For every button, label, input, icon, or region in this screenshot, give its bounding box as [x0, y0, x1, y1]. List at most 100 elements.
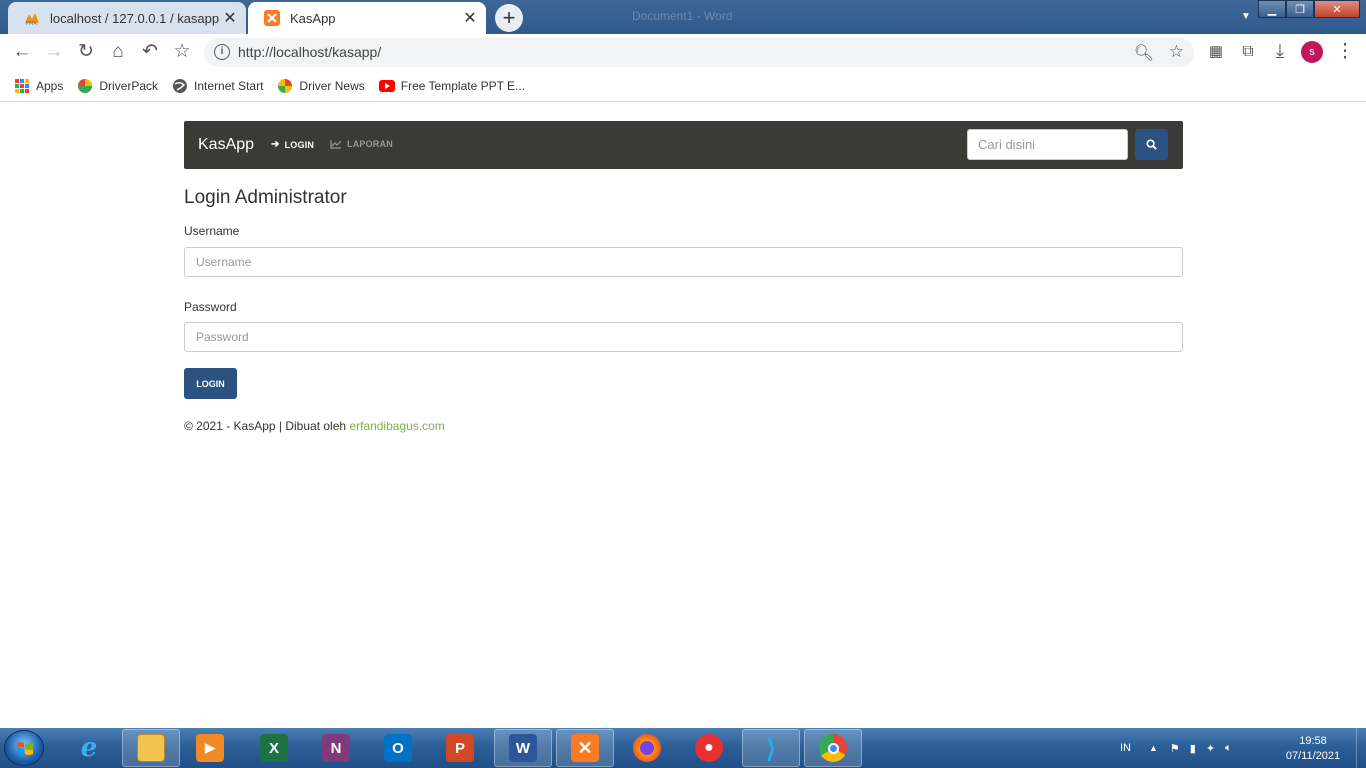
close-window-button[interactable]: ✕ [1314, 0, 1360, 18]
excel-icon: X [260, 734, 288, 762]
tab-phpmyadmin[interactable]: PMA localhost / 127.0.0.1 / kasapp / lo … [8, 2, 246, 34]
sign-in-icon: ➔ [271, 139, 280, 150]
start-button[interactable] [4, 730, 44, 766]
taskbar-clock[interactable]: 19:58 07/11/2021 [1280, 734, 1346, 764]
driverpack-icon [78, 78, 93, 93]
youtube-icon [378, 79, 395, 92]
bookmark-apps[interactable]: Apps [14, 78, 63, 94]
search-button[interactable] [1135, 129, 1168, 160]
taskbar-word[interactable]: W [494, 729, 552, 767]
taskbar-vscode[interactable]: ⟩ [742, 729, 800, 767]
forward-icon[interactable]: → [43, 41, 65, 63]
footer-text: © 2021 - KasApp | Dibuat oleh [184, 419, 347, 433]
tray-expand-icon[interactable]: ▲ [1149, 743, 1158, 753]
nav-laporan[interactable]: LAPORAN [330, 139, 393, 149]
taskbar-firefox[interactable] [618, 729, 676, 767]
clock-date: 07/11/2021 [1285, 750, 1341, 762]
action-center-icon[interactable]: ⚑ [1170, 742, 1180, 755]
bookmark-star-icon[interactable]: ☆ [171, 41, 193, 63]
password-input[interactable] [184, 322, 1183, 352]
back-icon[interactable]: ← [11, 41, 33, 63]
footer-link[interactable]: erfandibagus.com [349, 419, 444, 433]
taskbar-onenote[interactable]: N [307, 729, 365, 767]
taskbar-internet-explorer[interactable]: e [60, 729, 118, 767]
bookmark-label: Free Template PPT E... [400, 78, 526, 93]
bookmark-label: Apps [36, 78, 64, 93]
url-text[interactable]: http://localhost/kasapp/ [238, 44, 381, 60]
app-navbar: KasApp ➔ LOGIN LAPORAN [184, 121, 1183, 169]
nav-label: LOGIN [284, 139, 315, 150]
nav-label: LAPORAN [347, 139, 393, 149]
taskbar-media-player[interactable]: ▶ [181, 729, 239, 767]
internet-explorer-icon: e [80, 733, 98, 763]
browser-tab-strip: PMA localhost / 127.0.0.1 / kasapp / lo … [0, 0, 1366, 34]
username-input[interactable] [184, 247, 1183, 277]
taskbar-xampp[interactable]: ✕ [556, 729, 614, 767]
tab-title: KasApp [290, 10, 336, 26]
close-tab-icon[interactable]: ✕ [222, 8, 238, 28]
taskbar-outlook[interactable]: O [369, 729, 427, 767]
bookmark-free-template[interactable]: Free Template PPT E... [378, 78, 526, 94]
show-desktop-button[interactable] [1356, 728, 1366, 768]
login-button[interactable]: LOGIN [184, 368, 237, 399]
background-window-title: Document1 - Word [632, 9, 733, 23]
taskbar-game-center[interactable]: ● [680, 729, 738, 767]
zoom-icon[interactable]: 🔍︎ [1134, 43, 1154, 63]
home-icon[interactable]: ⌂ [107, 41, 129, 63]
vscode-icon: ⟩ [765, 732, 777, 763]
windows-taskbar: e ▶ X N O P W ✕ ● ⟩ IN ▲ ⚑ ▮ ✦ 🔈︎ 19:58 … [0, 728, 1366, 768]
star-icon[interactable]: ☆ [1169, 42, 1184, 62]
language-indicator[interactable]: IN [1120, 742, 1131, 754]
tab-kasapp[interactable]: KasApp ✕ [248, 2, 486, 34]
bookmark-driver-news[interactable]: Driver News [277, 78, 365, 94]
windows-logo-icon [17, 742, 33, 755]
onenote-icon: N [322, 734, 350, 762]
media-player-icon: ▶ [196, 734, 224, 762]
network-icon[interactable]: ✦ [1206, 742, 1215, 755]
search-icon [1146, 139, 1157, 150]
reload-icon[interactable]: ↻ [75, 41, 97, 63]
minimize-button[interactable]: ▁ [1258, 0, 1286, 18]
bookmark-driverpack[interactable]: DriverPack [77, 78, 158, 94]
firefox-icon [633, 734, 661, 762]
xampp-icon [264, 10, 280, 26]
taskbar-chrome[interactable] [804, 729, 862, 767]
xampp-icon: ✕ [571, 734, 599, 762]
game-center-icon: ● [695, 734, 723, 762]
bookmarks-bar: Apps DriverPack Internet Start Driver Ne… [0, 70, 1366, 102]
password-label: Password [184, 300, 237, 314]
outlook-icon: O [384, 734, 412, 762]
undo-icon[interactable]: ↶ [139, 41, 161, 63]
word-icon: W [509, 734, 537, 762]
taskbar-excel[interactable]: X [245, 729, 303, 767]
bookmark-label: Driver News [299, 78, 365, 93]
bookmark-internet-start[interactable]: Internet Start [172, 78, 263, 94]
brand-link[interactable]: KasApp [198, 136, 254, 154]
address-bar[interactable]: i http://localhost/kasapp/ 🔍︎ ☆ [204, 38, 1194, 67]
info-icon[interactable]: i [214, 44, 230, 60]
taskbar-file-explorer[interactable] [122, 729, 180, 767]
search-input[interactable] [967, 129, 1128, 160]
line-chart-icon [330, 140, 342, 149]
extensions-icon[interactable]: ▦ [1205, 41, 1227, 63]
powerpoint-icon: P [446, 734, 474, 762]
close-tab-icon[interactable]: ✕ [462, 8, 478, 28]
restore-button[interactable]: ❐ [1286, 0, 1314, 18]
globe-icon [173, 78, 188, 93]
chevron-down-icon[interactable]: ▼ [1241, 11, 1251, 22]
avatar[interactable]: s [1301, 41, 1323, 63]
nav-login[interactable]: ➔ LOGIN [271, 139, 314, 150]
system-tray: IN ▲ ⚑ ▮ ✦ 🔈︎ [1120, 728, 1232, 768]
menu-icon[interactable]: ⋮ [1334, 41, 1356, 63]
window-controls: ▁ ❐ ✕ [1258, 0, 1360, 18]
phpmyadmin-icon: PMA [25, 13, 39, 26]
folder-icon [137, 734, 165, 762]
browser-toolbar: ← → ↻ ⌂ ↶ ☆ i http://localhost/kasapp/ 🔍… [0, 34, 1366, 70]
volume-icon[interactable]: 🔈︎ [1225, 742, 1232, 755]
battery-icon[interactable]: ▮ [1190, 742, 1196, 755]
download-icon[interactable]: ⤓ [1269, 41, 1291, 63]
username-label: Username [184, 224, 240, 238]
taskbar-powerpoint[interactable]: P [431, 729, 489, 767]
new-tab-button[interactable]: + [495, 4, 523, 32]
crop-icon[interactable]: ⧉ [1237, 41, 1259, 63]
